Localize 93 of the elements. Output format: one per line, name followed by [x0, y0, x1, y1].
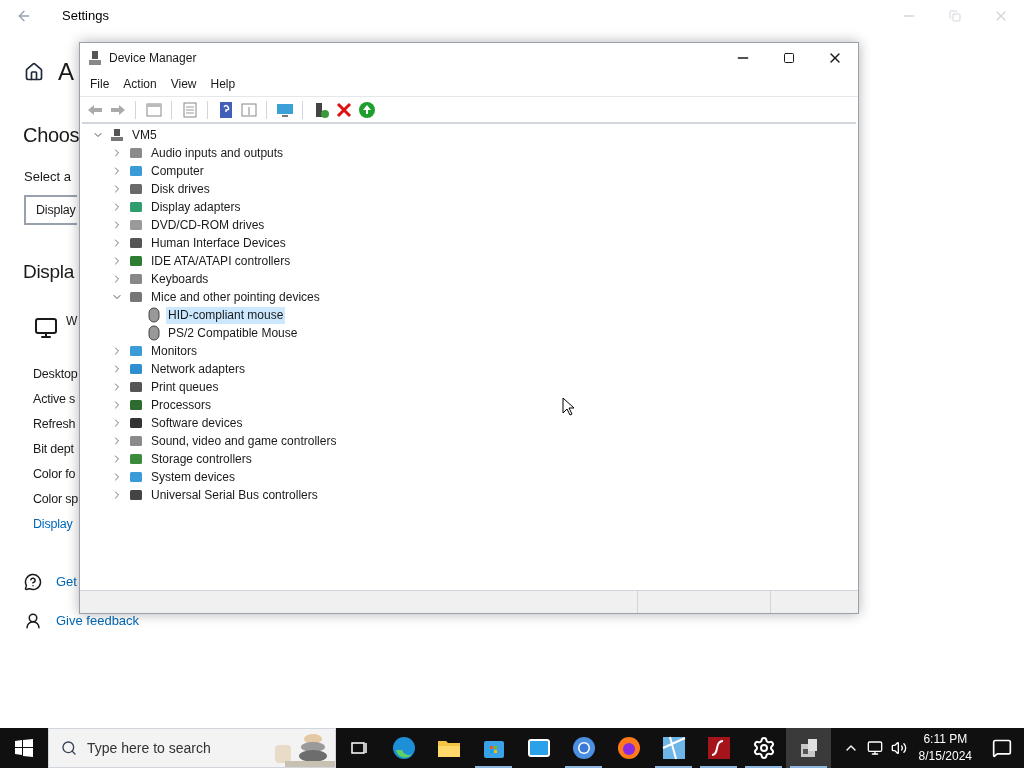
display-info-label: Desktop — [33, 366, 78, 384]
tree-item[interactable]: Audio inputs and outputs — [149, 144, 286, 162]
app-icon — [88, 49, 102, 66]
tree-item[interactable]: Human Interface Devices — [149, 234, 288, 252]
display-info-label: Bit dept — [33, 441, 74, 459]
page-title: A — [58, 57, 74, 87]
tree-item[interactable]: Mice and other pointing devices — [149, 288, 322, 306]
task-view-icon[interactable] — [349, 739, 368, 757]
mouse-icon — [148, 325, 160, 341]
field-label: Select a — [24, 168, 71, 187]
search-bar[interactable]: Type here to search — [48, 728, 336, 768]
clock-date[interactable]: 8/15/2024 — [918, 748, 972, 765]
tree-item[interactable]: Print queues — [149, 378, 221, 396]
device-icon — [129, 452, 143, 466]
home-icon[interactable] — [24, 62, 44, 82]
device-icon — [129, 434, 143, 448]
volume-icon[interactable] — [890, 740, 907, 756]
device-icon — [129, 488, 143, 502]
tree-item[interactable]: Sound, video and game controllers — [149, 432, 339, 450]
device-icon — [129, 272, 143, 286]
monitor-name: W — [66, 313, 78, 330]
device-icon — [129, 218, 143, 232]
cursor-icon — [562, 397, 574, 416]
search-icon[interactable] — [61, 740, 77, 756]
delete-icon[interactable] — [334, 100, 353, 119]
settings-icon[interactable] — [751, 736, 776, 760]
search-input[interactable]: Type here to search — [87, 737, 237, 759]
tree-item[interactable]: Display adapters — [149, 198, 243, 216]
network-icon[interactable] — [866, 740, 883, 756]
display-info-label: Color fo — [33, 466, 76, 484]
display-dropdown[interactable]: Display — [24, 195, 77, 225]
tree-item[interactable]: Universal Serial Bus controllers — [149, 486, 320, 504]
device-icon — [129, 362, 143, 376]
help-icon — [24, 573, 42, 591]
window-title: Device Manager — [109, 49, 197, 67]
device-icon — [129, 290, 143, 304]
folder-icon[interactable] — [436, 738, 461, 758]
tree-item[interactable]: IDE ATA/ATAPI controllers — [149, 252, 293, 270]
device-icon — [129, 416, 143, 430]
device-icon — [129, 470, 143, 484]
window-icon[interactable] — [144, 100, 163, 119]
tree-item[interactable]: Computer — [149, 162, 206, 180]
notifications-icon[interactable] — [992, 738, 1012, 758]
tree-item[interactable]: Processors — [149, 396, 214, 414]
tree-item[interactable]: Software devices — [149, 414, 245, 432]
restore-icon[interactable] — [949, 10, 961, 22]
device-icon — [129, 344, 143, 358]
tree-item[interactable]: DVD/CD-ROM drives — [149, 216, 267, 234]
monitor-icon — [34, 316, 58, 340]
display-info-label: Active s — [33, 391, 76, 409]
display-settings-link[interactable]: Display — [33, 515, 73, 534]
section-heading: Displa — [23, 259, 74, 284]
computer-icon — [110, 128, 124, 142]
device-icon — [129, 200, 143, 214]
display-info-label: Refresh — [33, 416, 76, 434]
device-icon — [129, 146, 143, 160]
tree-item[interactable]: Storage controllers — [149, 450, 254, 468]
tree-item[interactable]: System devices — [149, 468, 238, 486]
start-icon[interactable] — [15, 739, 33, 757]
app-icon[interactable] — [661, 736, 686, 760]
device-icon — [129, 164, 143, 178]
help-link[interactable]: Give feedback — [56, 611, 140, 631]
maximize-icon[interactable] — [783, 51, 795, 64]
browser-icon[interactable] — [391, 736, 416, 760]
tree-item[interactable]: Disk drives — [149, 180, 212, 198]
tree-item[interactable]: VM5 — [130, 126, 159, 144]
menu-item[interactable]: Action — [116, 75, 164, 93]
device-icon — [129, 254, 143, 268]
browser-icon[interactable] — [571, 736, 596, 760]
back-icon[interactable] — [16, 8, 32, 24]
feedback-icon — [24, 612, 42, 630]
tree-item[interactable]: HID-compliant mouse — [166, 306, 286, 324]
upload-icon[interactable] — [357, 100, 376, 119]
tree-item[interactable]: Network adapters — [149, 360, 248, 378]
flash-player-icon[interactable] — [706, 736, 731, 760]
menu-item[interactable]: View — [163, 75, 204, 93]
window-title: Settings — [62, 7, 109, 26]
help-link[interactable]: Get — [56, 572, 77, 592]
tree-item[interactable]: Monitors — [149, 342, 199, 360]
menu-item[interactable]: File — [83, 75, 117, 93]
device-icon — [129, 182, 143, 196]
display-info-label: Color sp — [33, 491, 78, 509]
device-icon — [129, 398, 143, 412]
device-icon — [129, 236, 143, 250]
clock-time[interactable]: 6:11 PM — [923, 731, 968, 748]
properties-icon[interactable] — [180, 100, 199, 119]
browser-icon[interactable] — [616, 736, 641, 760]
section-heading: Choos — [23, 123, 80, 148]
device-icon — [129, 380, 143, 394]
mouse-icon — [148, 307, 160, 323]
menu-item[interactable]: Help — [203, 75, 243, 93]
tree-item[interactable]: Keyboards — [149, 270, 211, 288]
tree-item[interactable]: PS/2 Compatible Mouse — [166, 324, 300, 342]
